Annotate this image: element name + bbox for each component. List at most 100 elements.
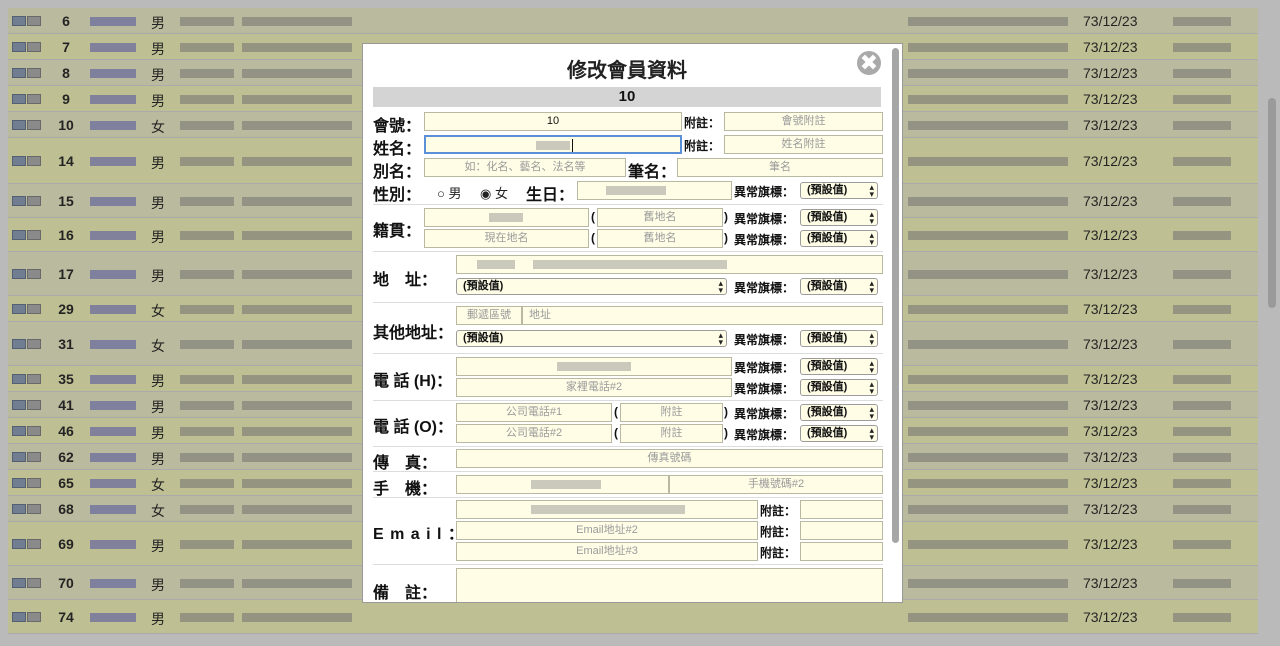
flag-label: 異常旗標： bbox=[734, 281, 795, 295]
remarks-textarea[interactable] bbox=[456, 568, 883, 602]
member-id-bar: 10 bbox=[373, 87, 881, 107]
edit-member-dialog: 修改會員資料 ✖ 10 會號： 10 附註： 會號附註 姓名： 附註： 姓名附註… bbox=[362, 43, 903, 603]
divider bbox=[373, 353, 883, 354]
fax-field[interactable]: 傳真號碼 bbox=[456, 449, 883, 468]
redacted-email bbox=[531, 505, 685, 514]
member-no-note-label: 附註： bbox=[684, 116, 721, 130]
native-2-flag-select[interactable]: (預設值) ▴ ▾ bbox=[800, 230, 878, 247]
other-address-field[interactable]: 地址 bbox=[522, 306, 883, 325]
native-current-2-field[interactable]: 現在地名 bbox=[424, 229, 589, 248]
member-no-field[interactable]: 10 bbox=[424, 112, 682, 131]
email-3-field[interactable]: Email地址#3 bbox=[456, 542, 758, 561]
divider bbox=[373, 204, 883, 205]
mobile-1-field[interactable] bbox=[456, 475, 669, 494]
phone-home-label: 電 話 (H)： bbox=[373, 373, 453, 390]
flag-label: 異常旗標： bbox=[734, 361, 795, 375]
gender-female-radio[interactable]: ◉ 女 bbox=[480, 183, 508, 202]
birthday-flag-select[interactable]: (預設值) ▴ ▾ bbox=[800, 182, 878, 199]
email-2-note-field[interactable] bbox=[800, 521, 883, 540]
phone-office-label: 電 話 (O)： bbox=[373, 419, 453, 436]
flag-label: 異常旗標： bbox=[734, 212, 795, 226]
address-field[interactable] bbox=[456, 255, 883, 274]
address-label: 地 址： bbox=[373, 272, 438, 289]
native-old-field[interactable]: 舊地名 bbox=[597, 208, 723, 227]
native-flag-select[interactable]: (預設值) ▴ ▾ bbox=[800, 209, 878, 226]
divider bbox=[373, 471, 883, 472]
name-note-field[interactable]: 姓名附註 bbox=[724, 135, 883, 154]
email-3-note-field[interactable] bbox=[800, 542, 883, 561]
flag-label: 異常旗標： bbox=[734, 233, 795, 247]
paren-open: ( bbox=[614, 426, 618, 440]
divider bbox=[373, 302, 883, 303]
native-place-label: 籍貫： bbox=[373, 223, 422, 240]
dialog-title: 修改會員資料 bbox=[567, 60, 687, 82]
divider bbox=[373, 446, 883, 447]
birthday-field[interactable] bbox=[577, 181, 732, 200]
redacted-zip bbox=[477, 260, 515, 269]
alias-label: 別名： bbox=[373, 164, 422, 181]
redacted-birthday bbox=[606, 186, 666, 195]
email-1-note-label: 附註： bbox=[760, 504, 797, 518]
paren-open: ( bbox=[591, 210, 595, 224]
email-label: E m a i l ： bbox=[373, 526, 465, 543]
divider bbox=[373, 251, 883, 252]
office-phone-2-note-field[interactable]: 附註 bbox=[620, 424, 723, 443]
close-icon[interactable]: ✖ bbox=[857, 51, 881, 75]
phone-home-2-field[interactable]: 家裡電話#2 bbox=[456, 378, 732, 397]
paren-open: ( bbox=[591, 231, 595, 245]
redacted-native bbox=[489, 213, 523, 222]
phone-home-1-flag-select[interactable]: (預設值) ▴ ▾ bbox=[800, 358, 878, 375]
remarks-label: 備 註： bbox=[373, 585, 438, 602]
email-3-note-label: 附註： bbox=[760, 546, 797, 560]
email-2-field[interactable]: Email地址#2 bbox=[456, 521, 758, 540]
gender-male-radio[interactable]: ○ 男 bbox=[437, 183, 461, 202]
flag-label: 異常旗標： bbox=[734, 185, 795, 199]
redacted-name bbox=[536, 141, 570, 150]
address-flag-select[interactable]: (預設值) ▴ ▾ bbox=[800, 278, 878, 295]
office-phone-2-flag-select[interactable]: (預設值) ▴ ▾ bbox=[800, 425, 878, 442]
native-current-field[interactable] bbox=[424, 208, 589, 227]
other-address-flag-select[interactable]: (預設值) ▴ ▾ bbox=[800, 330, 878, 347]
paren-close: ) bbox=[724, 210, 728, 224]
other-zip-field[interactable]: 郵遞區號 bbox=[456, 306, 522, 325]
divider bbox=[373, 400, 883, 401]
gender-male-label: 男 bbox=[448, 186, 462, 201]
email-1-note-field[interactable] bbox=[800, 500, 883, 519]
native-old-2-field[interactable]: 舊地名 bbox=[597, 229, 723, 248]
pen-name-field[interactable]: 筆名 bbox=[677, 158, 883, 177]
gender-female-label: 女 bbox=[494, 186, 508, 201]
member-no-note-field[interactable]: 會號附註 bbox=[724, 112, 883, 131]
mobile-2-field[interactable]: 手機號碼#2 bbox=[669, 475, 883, 494]
name-label: 姓名： bbox=[373, 141, 422, 158]
alias-field[interactable]: 如：化名、藝名、法名等 bbox=[424, 158, 626, 177]
dialog-scrollbar[interactable] bbox=[892, 48, 899, 543]
other-address-type-select[interactable]: (預設值) ▴ ▾ bbox=[456, 330, 727, 347]
paren-open: ( bbox=[614, 405, 618, 419]
paren-close: ) bbox=[724, 426, 728, 440]
phone-home-1-field[interactable] bbox=[456, 357, 732, 376]
redacted-mobile bbox=[531, 480, 601, 489]
office-phone-1-note-field[interactable]: 附註 bbox=[620, 403, 723, 422]
gender-label: 性別： bbox=[373, 187, 422, 204]
email-2-note-label: 附註： bbox=[760, 525, 797, 539]
office-phone-1-field[interactable]: 公司電話#1 bbox=[456, 403, 612, 422]
phone-home-2-flag-select[interactable]: (預設值) ▴ ▾ bbox=[800, 379, 878, 396]
divider bbox=[373, 497, 883, 498]
paren-close: ) bbox=[724, 405, 728, 419]
text-cursor bbox=[572, 139, 573, 152]
name-field[interactable] bbox=[424, 135, 682, 154]
page-scrollbar[interactable] bbox=[1268, 98, 1276, 308]
divider bbox=[373, 564, 883, 565]
address-type-select[interactable]: (預設值) ▴ ▾ bbox=[456, 278, 727, 295]
name-note-label: 附註： bbox=[684, 139, 721, 153]
mobile-label: 手 機： bbox=[373, 481, 438, 498]
office-phone-1-flag-select[interactable]: (預設值) ▴ ▾ bbox=[800, 404, 878, 421]
email-1-field[interactable] bbox=[456, 500, 758, 519]
redacted-address bbox=[533, 260, 727, 269]
other-address-label: 其他地址： bbox=[373, 325, 454, 342]
flag-label: 異常旗標： bbox=[734, 333, 795, 347]
office-phone-2-field[interactable]: 公司電話#2 bbox=[456, 424, 612, 443]
flag-label: 異常旗標： bbox=[734, 382, 795, 396]
paren-close: ) bbox=[724, 231, 728, 245]
member-no-label: 會號： bbox=[373, 118, 422, 135]
